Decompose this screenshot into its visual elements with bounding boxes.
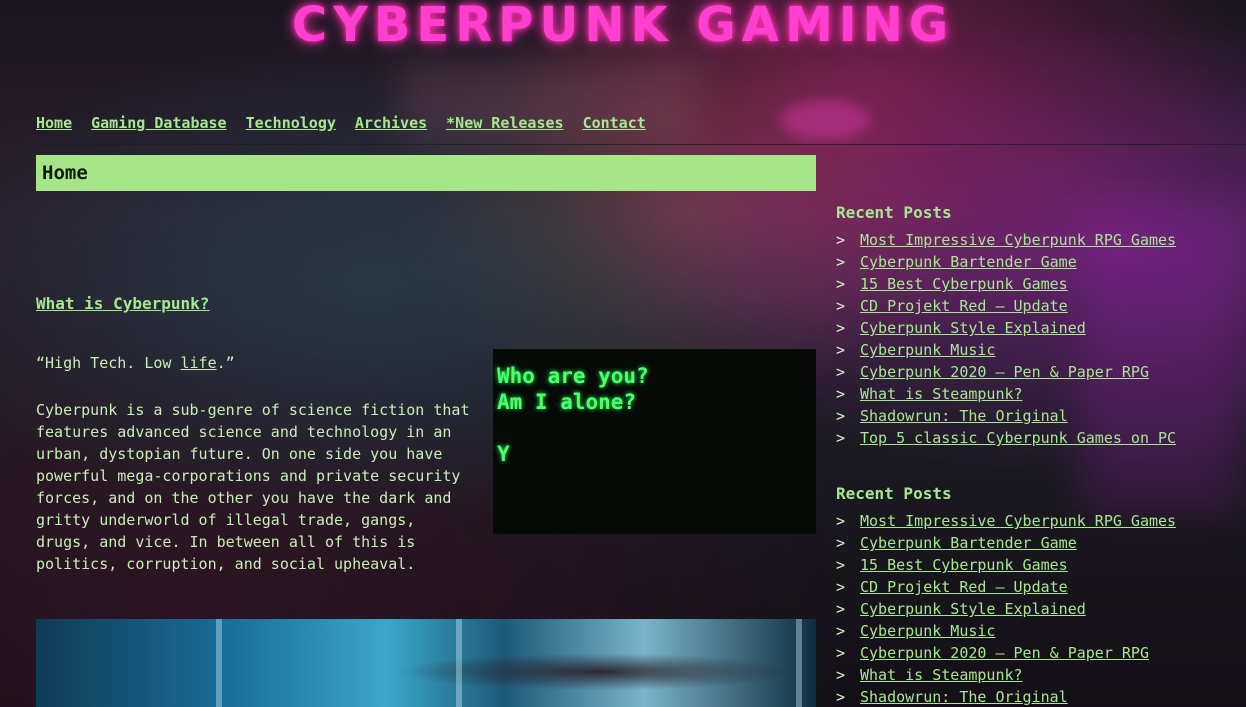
- widget-heading: Recent Posts: [836, 484, 952, 503]
- nav-gaming-database-link[interactable]: Gaming Database: [91, 114, 226, 132]
- recent-post-link[interactable]: Cyberpunk Style Explained: [860, 319, 1086, 337]
- arrow-icon: >: [836, 231, 846, 249]
- widget-heading: Recent Posts: [836, 203, 952, 222]
- recent-post-link[interactable]: Most Impressive Cyberpunk RPG Games: [860, 512, 1176, 530]
- recent-post-link[interactable]: Top 5 classic Cyberpunk Games on PC: [860, 429, 1176, 447]
- list-item: > Shadowrun: The Original: [836, 686, 1246, 707]
- quote-text: “High Tech. Low: [36, 354, 181, 372]
- arrow-icon: >: [836, 363, 846, 381]
- arrow-icon: >: [836, 644, 846, 662]
- terminal-cursor-line: Y: [497, 442, 510, 466]
- list-item: > Cyberpunk 2020 – Pen & Paper RPG: [836, 361, 1246, 383]
- arrow-icon: >: [836, 512, 846, 530]
- nav-home-link[interactable]: Home: [36, 114, 72, 132]
- nav-archives-link[interactable]: Archives: [355, 114, 427, 132]
- recent-post-link[interactable]: Cyberpunk 2020 – Pen & Paper RPG: [860, 644, 1149, 662]
- list-item: > Cyberpunk Bartender Game: [836, 532, 1246, 554]
- arrow-icon: >: [836, 275, 846, 293]
- recent-posts-widget: Recent Posts > Most Impressive Cyberpunk …: [836, 484, 1246, 707]
- recent-post-link[interactable]: Cyberpunk Music: [860, 622, 995, 640]
- recent-post-link[interactable]: CD Projekt Red – Update: [860, 578, 1068, 596]
- recent-post-link[interactable]: 15 Best Cyberpunk Games: [860, 275, 1068, 293]
- recent-post-link[interactable]: CD Projekt Red – Update: [860, 297, 1068, 315]
- recent-post-link[interactable]: Cyberpunk Style Explained: [860, 600, 1086, 618]
- recent-post-link[interactable]: Cyberpunk Bartender Game: [860, 253, 1077, 271]
- arrow-icon: >: [836, 385, 846, 403]
- site-title-logo[interactable]: CYBERPUNK GAMING: [0, 0, 1246, 52]
- list-item: > Shadowrun: The Original: [836, 405, 1246, 427]
- arrow-icon: >: [836, 319, 846, 337]
- arrow-icon: >: [836, 600, 846, 618]
- list-item: > Top 5 classic Cyberpunk Games on PC: [836, 427, 1246, 449]
- arrow-icon: >: [836, 407, 846, 425]
- nav-new-releases-link[interactable]: *New Releases: [446, 114, 563, 132]
- arrow-icon: >: [836, 556, 846, 574]
- list-item: > Cyberpunk Music: [836, 339, 1246, 361]
- list-item: > Most Impressive Cyberpunk RPG Games: [836, 510, 1246, 532]
- list-item: >15 Best Cyberpunk Games: [836, 554, 1246, 576]
- list-item: > Cyberpunk Style Explained: [836, 317, 1246, 339]
- nav-technology-link[interactable]: Technology: [246, 114, 336, 132]
- arrow-icon: >: [836, 534, 846, 552]
- image-light-beam: [456, 619, 462, 707]
- arrow-icon: >: [836, 622, 846, 640]
- list-item: > CD Projekt Red – Update: [836, 576, 1246, 598]
- list-item: > Cyberpunk Style Explained: [836, 598, 1246, 620]
- post-quote: “High Tech. Low life.”: [36, 354, 235, 372]
- recent-posts-list: > Most Impressive Cyberpunk RPG Games > Cy…: [836, 510, 1246, 707]
- list-item: > Most Impressive Cyberpunk RPG Games: [836, 229, 1246, 251]
- image-light-beam: [216, 619, 222, 707]
- main-nav: Home Gaming Database Technology Archives…: [36, 114, 665, 132]
- recent-post-link[interactable]: Most Impressive Cyberpunk RPG Games: [860, 231, 1176, 249]
- arrow-icon: >: [836, 666, 846, 684]
- quote-life-link[interactable]: life: [181, 354, 217, 372]
- post-featured-image: [36, 619, 816, 707]
- arrow-icon: >: [836, 253, 846, 271]
- arrow-icon: >: [836, 297, 846, 315]
- recent-post-link[interactable]: Cyberpunk Music: [860, 341, 995, 359]
- list-item: > What is Steampunk?: [836, 383, 1246, 405]
- recent-post-link[interactable]: 15 Best Cyberpunk Games: [860, 556, 1068, 574]
- list-item: > Cyberpunk 2020 – Pen & Paper RPG: [836, 642, 1246, 664]
- list-item: > What is Steampunk?: [836, 664, 1246, 686]
- quote-text-end: .”: [216, 354, 235, 372]
- recent-post-link[interactable]: Shadowrun: The Original: [860, 407, 1068, 425]
- recent-posts-widget: Recent Posts > Most Impressive Cyberpunk …: [836, 203, 1246, 449]
- terminal-line: Am I alone?: [497, 390, 637, 414]
- recent-post-link[interactable]: Cyberpunk 2020 – Pen & Paper RPG: [860, 363, 1149, 381]
- terminal-line: Who are you?: [497, 364, 649, 388]
- terminal-animation: Who are you? Am I alone? Y: [493, 349, 816, 534]
- arrow-icon: >: [836, 341, 846, 359]
- nav-divider: [36, 144, 1246, 145]
- recent-post-link[interactable]: What is Steampunk?: [860, 666, 1023, 684]
- page-title: Home: [36, 155, 816, 191]
- recent-post-link[interactable]: What is Steampunk?: [860, 385, 1023, 403]
- post-body: Cyberpunk is a sub-genre of science fict…: [36, 401, 470, 573]
- list-item: > Cyberpunk Bartender Game: [836, 251, 1246, 273]
- recent-post-link[interactable]: Shadowrun: The Original: [860, 688, 1068, 706]
- post-title-link[interactable]: What is Cyberpunk?: [36, 294, 209, 313]
- arrow-icon: >: [836, 429, 846, 447]
- list-item: > CD Projekt Red – Update: [836, 295, 1246, 317]
- background-neon-glow: [780, 100, 870, 140]
- arrow-icon: >: [836, 578, 846, 596]
- recent-posts-list: > Most Impressive Cyberpunk RPG Games > Cy…: [836, 229, 1246, 449]
- arrow-icon: >: [836, 688, 846, 706]
- list-item: > Cyberpunk Music: [836, 620, 1246, 642]
- list-item: >15 Best Cyberpunk Games: [836, 273, 1246, 295]
- recent-post-link[interactable]: Cyberpunk Bartender Game: [860, 534, 1077, 552]
- image-light-beam: [796, 619, 802, 707]
- nav-contact-link[interactable]: Contact: [583, 114, 646, 132]
